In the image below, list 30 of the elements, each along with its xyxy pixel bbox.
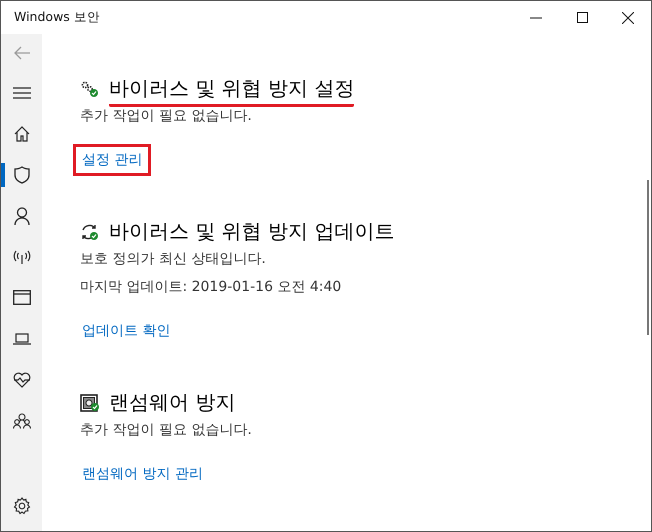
link[interactable]: 랜섬웨어 방지 관리 (73, 458, 212, 490)
gears-check-icon (80, 80, 100, 98)
laptop-icon (12, 332, 30, 344)
safe-check-icon (80, 394, 100, 412)
link[interactable]: 업데이트 확인 (73, 315, 180, 347)
menu-icon (12, 86, 30, 98)
home-icon (14, 126, 30, 142)
status-text: 추가 작업이 필요 없습니다. (80, 421, 253, 440)
window-title: Windows 보안 (14, 9, 100, 26)
maximize-icon (576, 12, 588, 23)
link[interactable]: 설정 관리 (73, 144, 152, 176)
browser-window-icon (12, 290, 30, 305)
back-arrow-icon (12, 46, 30, 60)
status-text: 보호 정의가 최신 상태입니다. (80, 250, 267, 269)
minimize-icon (530, 16, 542, 18)
settings-icon (12, 497, 30, 515)
heart-pulse-icon (12, 372, 30, 388)
section-heading: 바이러스 및 위협 방지 설정 (109, 74, 354, 106)
person-icon (14, 206, 30, 224)
section-heading: 바이러스 및 위협 방지 업데이트 (109, 218, 394, 244)
status-text: 추가 작업이 필요 없습니다. (80, 107, 253, 126)
scrollbar[interactable] (647, 180, 649, 335)
refresh-check-icon (80, 223, 100, 241)
antenna-icon (12, 250, 30, 264)
section-heading: 랜섬웨어 방지 (109, 388, 236, 416)
selection-indicator (1, 163, 5, 187)
family-icon (12, 412, 30, 428)
close-icon (622, 12, 634, 24)
shield-icon (14, 166, 30, 184)
status-text: 마지막 업데이트: 2019-01-16 오전 4:40 (80, 278, 342, 297)
